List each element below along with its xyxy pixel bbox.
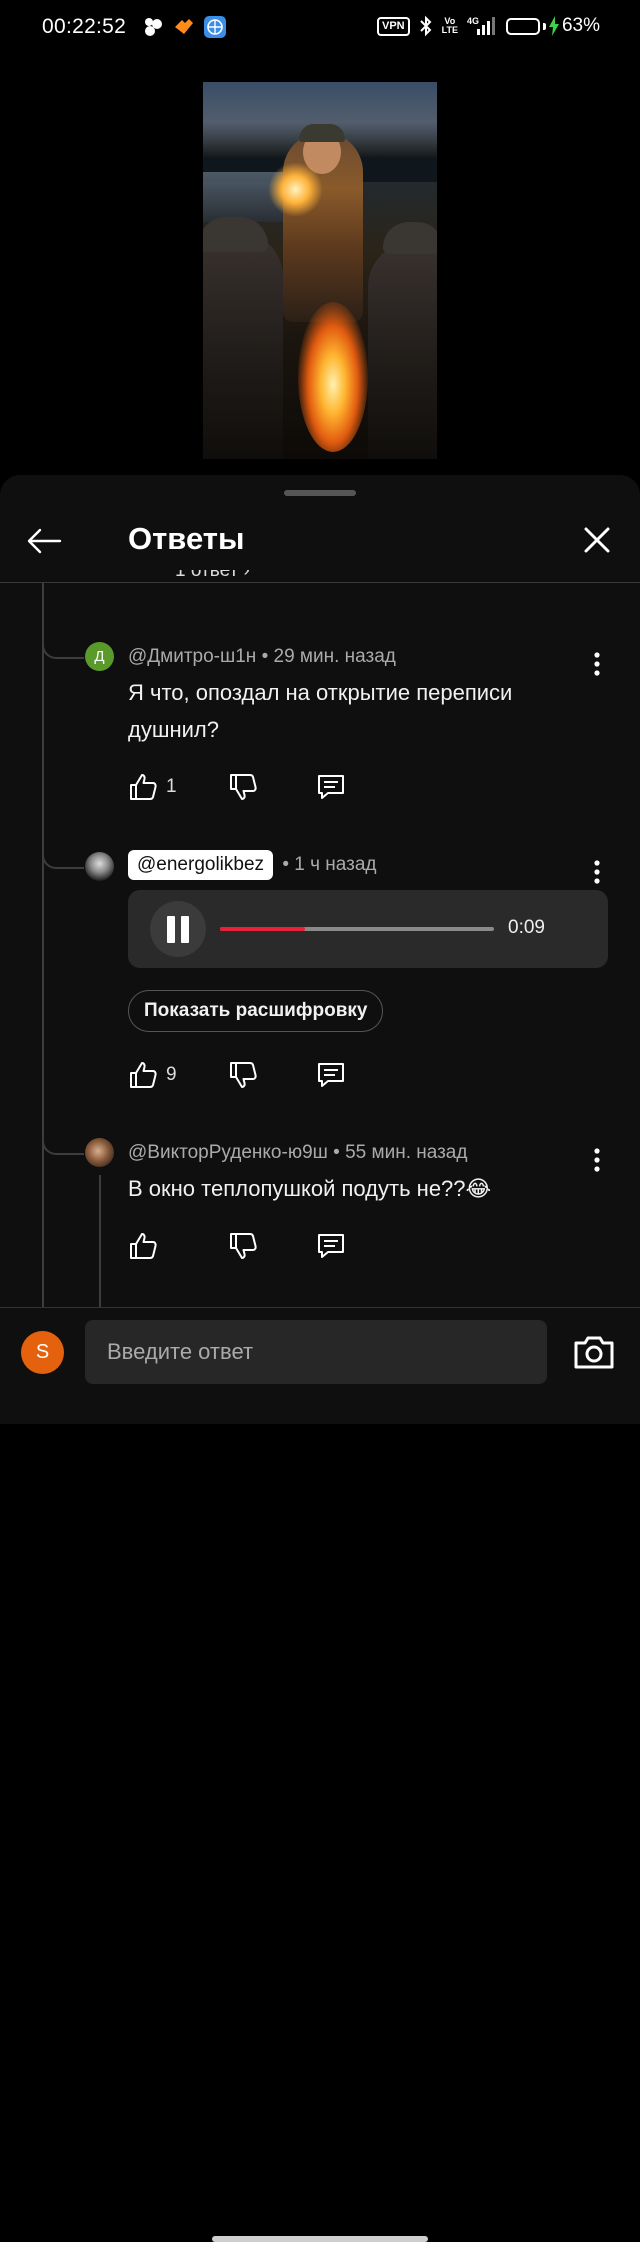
avatar[interactable]: Д xyxy=(85,642,114,671)
status-app-icons xyxy=(142,16,226,38)
status-time: 00:22:52 xyxy=(42,15,127,38)
thumbs-up-icon xyxy=(130,774,157,800)
partial-reply-link[interactable]: 1 ответ › xyxy=(175,570,250,583)
battery-percent: 63% xyxy=(561,15,600,36)
avatar[interactable] xyxy=(85,852,114,881)
video-player[interactable] xyxy=(203,82,437,459)
comment-author[interactable]: @Дмитро-ш1н xyxy=(128,646,256,667)
user-avatar[interactable]: S xyxy=(21,1331,64,1374)
comment-author[interactable]: @ВикторРуденко-ю9ш xyxy=(128,1142,328,1163)
camera-icon[interactable] xyxy=(572,1330,616,1374)
audio-progress-bar[interactable] xyxy=(220,927,494,931)
app-globe-icon xyxy=(204,16,226,38)
svg-text:4G: 4G xyxy=(467,16,479,26)
like-button[interactable]: 1 xyxy=(128,772,228,802)
thread-connector xyxy=(42,837,84,869)
volte-indicator: Vo LTE xyxy=(441,16,458,35)
home-indicator[interactable] xyxy=(212,2236,428,2242)
thread-connector xyxy=(42,1123,84,1155)
like-count: 9 xyxy=(166,1064,177,1085)
comment-meta: @Дмитро-ш1н • 29 мин. назад xyxy=(128,646,396,667)
more-options-icon[interactable] xyxy=(588,858,606,886)
thumbs-up-icon xyxy=(130,1062,157,1088)
reply-button[interactable] xyxy=(316,1231,346,1261)
like-count: 1 xyxy=(166,776,177,797)
vpn-badge: VPN xyxy=(377,16,410,36)
battery-icon xyxy=(505,17,540,35)
audio-progress-fill xyxy=(220,927,305,931)
status-right: VPN Vo LTE 4G 63% xyxy=(377,15,600,37)
comment-text: Я что, опоздал на открытие переписи душн… xyxy=(128,680,513,742)
comment-author[interactable]: @energolikbez xyxy=(128,850,274,880)
back-arrow-icon[interactable] xyxy=(24,521,64,561)
dislike-button[interactable] xyxy=(228,1060,316,1090)
close-icon[interactable] xyxy=(578,521,616,559)
pause-button[interactable] xyxy=(150,901,206,957)
thumbs-down-icon xyxy=(230,1062,257,1088)
replies-sheet: Ответы 1 ответ › Д @Дмитро-ш1н • 29 мин.… xyxy=(0,475,640,2242)
comment-time: 29 мин. назад xyxy=(273,646,396,667)
thumbs-down-icon xyxy=(230,774,257,800)
campfire xyxy=(298,302,368,452)
comment-actions: 1 xyxy=(128,770,346,804)
app-heart-icon xyxy=(175,19,193,34)
thread-line xyxy=(99,1175,101,1308)
reply-input[interactable] xyxy=(85,1320,547,1384)
thumbs-down-icon xyxy=(230,1233,257,1259)
audio-player: 0:09 xyxy=(128,890,608,968)
comment-actions: 9 xyxy=(128,1058,346,1092)
comment-actions xyxy=(128,1229,346,1263)
thread-line xyxy=(42,583,44,1308)
app-bubbles-icon xyxy=(145,18,162,36)
sheet-header: Ответы xyxy=(0,505,640,583)
comment-icon xyxy=(318,1234,344,1258)
battery: 63% xyxy=(505,15,600,37)
avatar[interactable] xyxy=(85,1138,114,1167)
reply-button[interactable] xyxy=(316,1060,346,1090)
status-bar: 00:22:52 VPN Vo LTE 4G 63% xyxy=(0,0,640,58)
show-transcript-button[interactable]: Показать расшифровку xyxy=(128,990,384,1032)
reply-button[interactable] xyxy=(316,772,346,802)
sheet-title: Ответы xyxy=(128,521,245,556)
charging-icon xyxy=(548,16,559,36)
like-button[interactable] xyxy=(128,1231,228,1261)
comment-time: 1 ч назад xyxy=(294,854,377,875)
comment-text: В окно теплопушкой подуть не??😂 xyxy=(128,1176,492,1201)
thread-connector xyxy=(42,627,84,659)
comment-meta: @ВикторРуденко-ю9ш • 55 мин. назад xyxy=(128,1142,468,1163)
comment-icon xyxy=(318,1063,344,1087)
like-button[interactable]: 9 xyxy=(128,1060,228,1090)
comment-meta: @energolikbez • 1 ч назад xyxy=(128,850,376,880)
reply-bar: S xyxy=(0,1307,640,2242)
dislike-button[interactable] xyxy=(228,772,316,802)
signal-icon: 4G xyxy=(467,16,495,35)
dislike-button[interactable] xyxy=(228,1231,316,1261)
bluetooth-icon xyxy=(419,15,432,37)
drag-handle[interactable] xyxy=(284,490,356,496)
comment-icon xyxy=(318,775,344,799)
audio-duration: 0:09 xyxy=(508,917,545,938)
comment-time: 55 мин. назад xyxy=(345,1142,468,1163)
thumbs-up-icon xyxy=(130,1233,157,1259)
